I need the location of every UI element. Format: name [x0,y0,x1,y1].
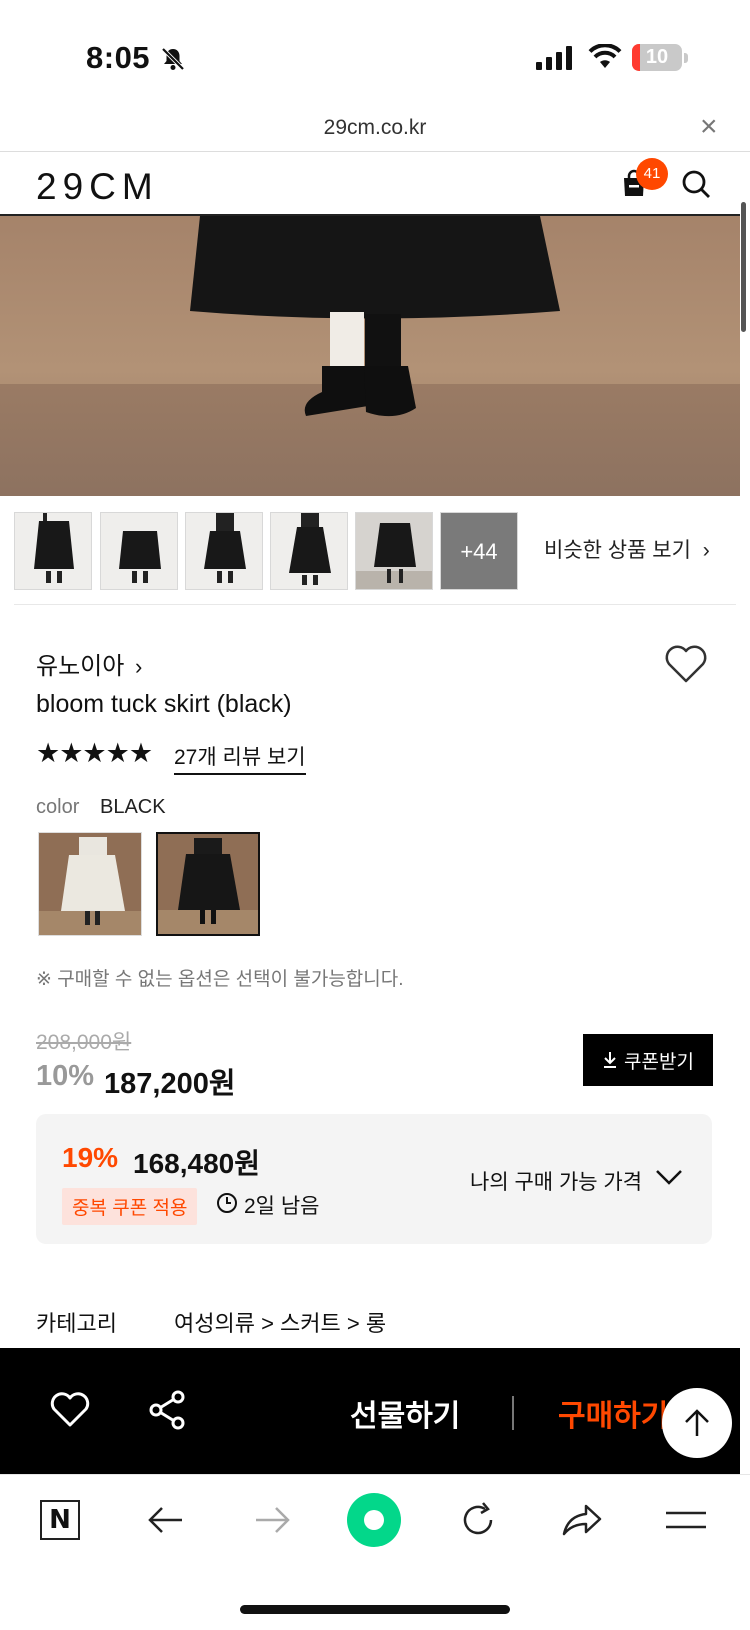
sale-price: 187,200원 [104,1068,236,1100]
battery-indicator: 10 [632,44,682,71]
category-label: 카테고리 [36,1311,117,1336]
home-indicator [240,1605,510,1614]
bell-muted-icon [161,47,185,71]
discount-percent: 10% [36,1060,95,1092]
heart-icon[interactable] [50,1392,90,1428]
product-title: bloom tuck skirt (black) [36,690,292,718]
buy-button[interactable]: 구매하기 [558,1391,668,1435]
back-arrow-icon[interactable] [146,1500,186,1540]
color-swatch-ivory[interactable] [38,832,142,936]
green-dot-icon[interactable] [346,1492,402,1548]
arrow-up-icon [685,1409,709,1436]
thumbnail-1[interactable] [14,512,92,590]
search-icon[interactable] [680,168,712,200]
chevron-right-icon: › [135,654,143,679]
cellular-signal-icon [536,46,572,70]
best-discount-percent: 19% [62,1142,119,1173]
status-time: 8:05 [86,40,151,75]
best-price: 168,480원 [133,1148,260,1179]
thumbnail-3[interactable] [185,512,263,590]
similar-products-label: 비슷한 상품 보기 [544,539,691,562]
similar-products-link[interactable]: 비슷한 상품 보기 › [544,534,710,564]
cart-count-badge: 41 [636,158,668,190]
site-logo[interactable]: 29CM [36,166,159,208]
address-bar-url[interactable]: 29cm.co.kr [0,116,750,140]
chevron-down-icon[interactable] [654,1166,684,1188]
brand-name: 유노이아 [36,653,125,680]
refresh-icon[interactable] [458,1500,498,1540]
clock-icon [217,1193,237,1213]
battery-level: 10 [645,46,669,68]
thumbnail-4[interactable] [270,512,348,590]
brand-link[interactable]: 유노이아 › [36,646,142,681]
original-price: 208,000원 [36,1031,132,1054]
divider [0,151,750,152]
options-note: ※ 구매할 수 없는 옵션은 선택이 불가능합니다. [36,969,404,990]
color-label: color [36,796,80,818]
action-separator [512,1396,514,1430]
thumbnail-5[interactable] [355,512,433,590]
coupon-applied-badge: 중복 쿠폰 적용 [62,1188,198,1225]
share-icon[interactable] [148,1390,186,1430]
coupon-button-label: 쿠폰받기 [624,1051,694,1073]
color-value: BLACK [100,796,166,818]
color-swatch-black[interactable] [156,832,260,936]
naver-home-icon[interactable]: N [40,1500,80,1540]
share-arrow-icon[interactable] [560,1500,604,1540]
thumbnail-2[interactable] [100,512,178,590]
category-breadcrumb[interactable]: 여성의류 > 스커트 > 롱 [174,1306,386,1338]
gift-button[interactable]: 선물하기 [350,1391,460,1435]
download-icon [604,1052,617,1068]
wishlist-heart-icon[interactable] [664,644,708,684]
forward-arrow-icon[interactable] [252,1500,292,1540]
days-left: 2일 남음 [244,1195,320,1218]
wifi-icon [588,44,622,68]
thumbnail-more[interactable]: +44 [440,512,518,590]
scroll-to-top-button[interactable] [662,1388,732,1458]
rating-stars: ★★★★★ [36,738,153,768]
menu-icon[interactable] [664,1500,708,1540]
review-link[interactable]: 27개 리뷰 보기 [174,741,306,775]
divider [14,604,736,605]
chevron-right-icon: › [702,539,710,562]
battery-tip [684,53,688,63]
page-scrollbar[interactable] [741,202,746,332]
my-price-toggle-label[interactable]: 나의 구매 가능 가격 [470,1166,642,1196]
close-icon[interactable]: × [700,112,718,142]
coupon-download-button[interactable]: 쿠폰받기 [583,1034,713,1086]
product-main-image[interactable] [0,216,740,496]
